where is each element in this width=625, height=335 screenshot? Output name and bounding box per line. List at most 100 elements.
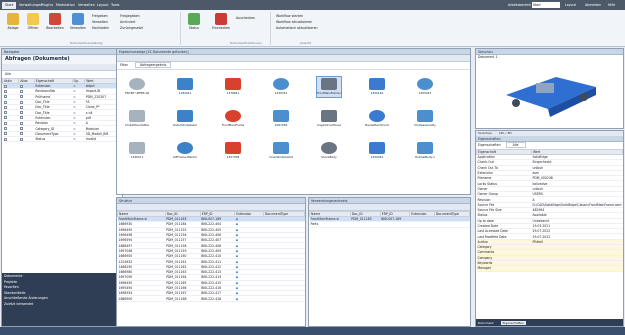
result-thumbnail[interactable]: 1182021	[173, 77, 197, 97]
property-value[interactable]	[531, 265, 623, 272]
result-thumbnail[interactable]: 1450452	[365, 141, 389, 161]
properties-panel: Vorschau Info / 3D Eigenschaften Eigensc…	[475, 130, 624, 327]
structure-extension: ◆	[234, 295, 264, 302]
ribbon-edit-button[interactable]: Bearbeiten	[44, 13, 66, 30]
ribbon-checkout-item[interactable]: Auschecken	[236, 16, 255, 20]
part-image	[225, 110, 241, 122]
part-image	[177, 142, 193, 154]
result-thumbnail[interactable]: 1300140	[365, 77, 389, 97]
ribbon-workflow-update[interactable]: Workflow aktualisieren	[276, 20, 312, 24]
result-thumbnail[interactable]: 1067036	[269, 109, 293, 129]
property-value[interactable]: D:\CAD\SolidEdge\SolidEdge\Classic\Front…	[531, 202, 623, 208]
checkbox-icon[interactable]	[3, 132, 7, 136]
result-thumbnail[interactable]: 1307308	[221, 141, 245, 161]
property-row[interactable]: Manager	[476, 265, 623, 272]
ribbon-checkin-button[interactable]: Einchecken	[210, 13, 232, 30]
ribbon-status-button[interactable]: Status	[184, 13, 204, 30]
checkbox-icon[interactable]	[3, 84, 7, 88]
result-thumbnail[interactable]: FrontMainFrame.sl	[316, 76, 342, 98]
ribbon-ablage-button[interactable]: Ablage	[4, 13, 22, 30]
part-image	[417, 142, 433, 154]
preview-tab-vorschau[interactable]: Vorschau	[478, 131, 492, 135]
preview-tab-info[interactable]: Info / 3D	[499, 131, 512, 135]
menu-tab-tools[interactable]: Tools	[108, 2, 122, 9]
part-icon: ◆	[235, 233, 239, 238]
checkbox-icon[interactable]	[3, 105, 7, 109]
checkbox-icon[interactable]	[3, 100, 7, 104]
query-row[interactable]: Status = Invalid	[2, 136, 122, 143]
nav-item[interactable]: Zuletzt verwendet	[2, 301, 122, 307]
structure-doctype	[263, 295, 305, 302]
ribbon-archived-item[interactable]: Archiviert	[120, 20, 135, 24]
result-thumbnail[interactable]: HubCalBody-1	[413, 141, 437, 161]
checkbox-icon[interactable]	[19, 84, 23, 88]
checkbox-icon[interactable]	[3, 137, 7, 141]
checkbox-icon[interactable]	[19, 89, 23, 93]
ribbon-manage-item[interactable]: Verwalten	[92, 20, 108, 24]
results-tabbar: Filter Abfrageergebnis	[117, 62, 470, 70]
properties-filter-select[interactable]: Alle	[505, 142, 526, 148]
result-thumbnail[interactable]: Chuteassembly	[413, 109, 437, 129]
result-thumbnail[interactable]: 1405023	[413, 77, 437, 97]
result-thumbnail[interactable]: FRONT UPPER ARM	[125, 77, 149, 97]
result-thumbnail[interactable]: FrontMainFrame	[221, 109, 245, 129]
result-caption: OuterStrutAssembly	[173, 123, 197, 127]
usage-name: Parts	[309, 221, 351, 228]
workspace-select[interactable]: Start	[532, 2, 560, 8]
checkbox-icon[interactable]	[3, 116, 7, 120]
result-thumbnail[interactable]: LiftFrame-Weldment	[173, 141, 197, 161]
ribbon-workflow-start[interactable]: Workflow starten	[276, 14, 303, 18]
result-thumbnail[interactable]: OuterStrutAssembly	[173, 109, 197, 129]
checkbox-icon[interactable]	[19, 95, 23, 99]
result-thumbnail[interactable]: ShockBody	[317, 141, 341, 161]
checkbox-icon[interactable]	[19, 116, 23, 120]
ribbon-approved-item[interactable]: Freigegeben	[120, 14, 140, 18]
help-button[interactable]: Hilfe	[608, 3, 615, 7]
alias-checkbox[interactable]	[18, 136, 35, 143]
checkbox-icon[interactable]	[3, 121, 7, 125]
checkbox-icon[interactable]	[3, 111, 7, 115]
result-thumbnail[interactable]: 1346471	[125, 141, 149, 161]
part-image	[369, 142, 385, 154]
checkbox-icon[interactable]	[3, 127, 7, 131]
menu-tab-start[interactable]: Start	[2, 2, 17, 9]
logout-button[interactable]: Abmelden	[585, 3, 601, 7]
ribbon-auto-update[interactable]: Automatisch aktualisieren	[276, 26, 318, 30]
result-thumbnail[interactable]: ChuteMountAttachment	[125, 109, 149, 129]
structure-row[interactable]: 1686900 PDM_011168 BKK-222-418 ◆	[117, 295, 305, 302]
ribbon-release-item[interactable]: Freigeben	[92, 14, 108, 18]
checkbox-icon[interactable]	[19, 111, 23, 115]
results-tab[interactable]: Abfrageergebnis	[134, 62, 172, 68]
checkbox-icon[interactable]	[19, 100, 23, 104]
checkbox-icon[interactable]	[19, 121, 23, 125]
active-checkbox[interactable]	[2, 136, 19, 143]
checkbox-icon[interactable]	[19, 105, 23, 109]
result-thumbnail[interactable]: InnerStrutAssembly	[269, 141, 293, 161]
result-caption: 1450452	[370, 155, 384, 159]
properties-filter: Eigenschaften Alle	[476, 142, 623, 149]
ribbon-manage-button[interactable]: Verwalten	[68, 13, 88, 30]
result-thumbnail[interactable]: AugerDriveHousing	[317, 109, 341, 129]
ribbon-upload-item[interactable]: Hochladen	[92, 26, 109, 30]
ribbon-open-button[interactable]: Öffnen	[24, 13, 42, 30]
filter-label[interactable]: Alle	[5, 72, 11, 76]
ribbon-separator	[270, 12, 271, 45]
checkbox-icon[interactable]	[19, 127, 23, 131]
pencil-icon	[49, 13, 61, 25]
ribbon-toolbar: Ablage Öffnen Bearbeiten Verwalten Freig…	[0, 10, 625, 47]
bottom-tab-document[interactable]: Dokument	[478, 321, 494, 325]
checkbox-icon[interactable]	[19, 132, 23, 136]
result-thumbnail[interactable]: 1240332	[269, 77, 293, 97]
checkbox-icon[interactable]	[3, 95, 7, 99]
checkbox-icon[interactable]	[19, 137, 23, 141]
result-caption: Chuteassembly	[414, 123, 436, 127]
preview-tab[interactable]: Dokument 1	[476, 55, 623, 61]
checkbox-icon[interactable]	[3, 89, 7, 93]
layout-button[interactable]: Layout	[565, 3, 576, 7]
result-thumbnail[interactable]: BeveAttachment	[365, 109, 389, 129]
ribbon-reset-item[interactable]: Zurückgesetzt	[120, 26, 143, 30]
bottom-tab-properties[interactable]: Eigenschaften	[500, 321, 526, 325]
result-thumbnail[interactable]: 1378841	[221, 77, 245, 97]
usage-row[interactable]: Parts	[309, 221, 470, 228]
ribbon-open-label: Öffnen	[27, 26, 39, 30]
